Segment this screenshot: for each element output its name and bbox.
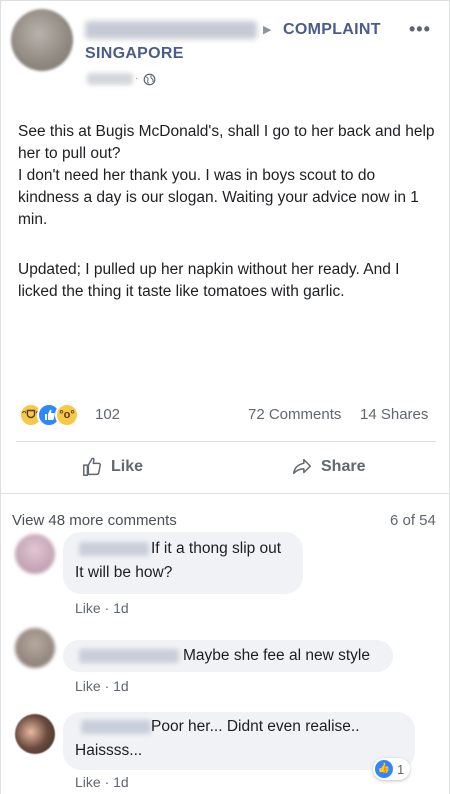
share-button-label: Share xyxy=(321,458,366,475)
comment-text: If it a thong slip out xyxy=(151,540,282,557)
comments-count-link[interactable]: 72 Comments xyxy=(248,406,341,423)
comment-text-line2: Haissss... xyxy=(75,742,143,759)
commenter-name-redacted[interactable] xyxy=(79,542,149,556)
author-avatar[interactable] xyxy=(11,9,73,71)
comment-reaction-badge[interactable]: 👍 1 xyxy=(373,758,411,780)
commenter-avatar[interactable] xyxy=(15,534,55,574)
thumbs-up-icon xyxy=(83,457,101,476)
comment-actions[interactable]: Like · 1d xyxy=(75,600,129,616)
timestamp-separator: · xyxy=(135,73,139,84)
comment-actions[interactable]: Like · 1d xyxy=(75,678,129,694)
post-timestamp-redacted[interactable] xyxy=(87,73,133,85)
commenter-name-redacted[interactable] xyxy=(79,649,179,663)
comment-bubble: If it a thong slip out It will be how? xyxy=(63,532,303,594)
commenter-avatar[interactable] xyxy=(15,714,55,754)
post-text-paragraph-2: Updated; I pulled up her napkin without … xyxy=(18,259,438,303)
wow-icon: °o° xyxy=(55,403,79,427)
comment-actions[interactable]: Like · 1d xyxy=(75,774,129,790)
shares-count-link[interactable]: 14 Shares xyxy=(360,406,428,423)
more-options-icon[interactable]: ••• xyxy=(409,19,431,40)
comments-section: View 48 more comments 6 of 54 If it a th… xyxy=(0,494,450,794)
reaction-count[interactable]: 102 xyxy=(95,406,120,423)
comment-bubble: Maybe she fee al new style xyxy=(63,640,393,672)
like-button-label: Like xyxy=(111,458,144,475)
like-button[interactable]: Like xyxy=(81,453,143,481)
commenter-name-redacted[interactable] xyxy=(81,720,151,734)
share-arrow-icon xyxy=(293,458,311,475)
author-name-redacted[interactable] xyxy=(85,21,257,39)
share-button[interactable]: Share xyxy=(291,453,365,481)
group-name-link[interactable]: COMPLAINT xyxy=(283,21,381,39)
comment-page-count: 6 of 54 xyxy=(390,512,436,529)
commenter-avatar[interactable] xyxy=(15,628,55,668)
view-more-comments-link[interactable]: View 48 more comments xyxy=(12,512,177,529)
post-text-2: Updated; I pulled up her napkin without … xyxy=(18,261,400,300)
divider xyxy=(16,441,436,442)
post-text-paragraph-1: See this at Bugis McDonald's, shall I go… xyxy=(18,121,438,231)
like-icon: 👍 xyxy=(375,760,393,778)
globe-icon xyxy=(143,73,156,86)
post-card: ▶ COMPLAINT SINGAPORE ••• · See this at … xyxy=(0,0,450,494)
reaction-icons[interactable]: ᵔᗜᵔ °o° xyxy=(19,403,97,427)
comment-text-line2: It will be how? xyxy=(75,564,173,581)
group-name-link-line2[interactable]: SINGAPORE xyxy=(85,45,184,63)
comment-bubble: Poor her... Didnt even realise.. Haissss… xyxy=(63,712,415,770)
comment-text: Maybe she fee al new style xyxy=(183,647,370,664)
comment-reaction-count: 1 xyxy=(397,761,405,777)
arrow-right-icon: ▶ xyxy=(263,24,272,36)
post-text-1: See this at Bugis McDonald's, shall I go… xyxy=(18,123,435,228)
comment-text: Poor her... Didnt even realise.. xyxy=(151,718,360,735)
